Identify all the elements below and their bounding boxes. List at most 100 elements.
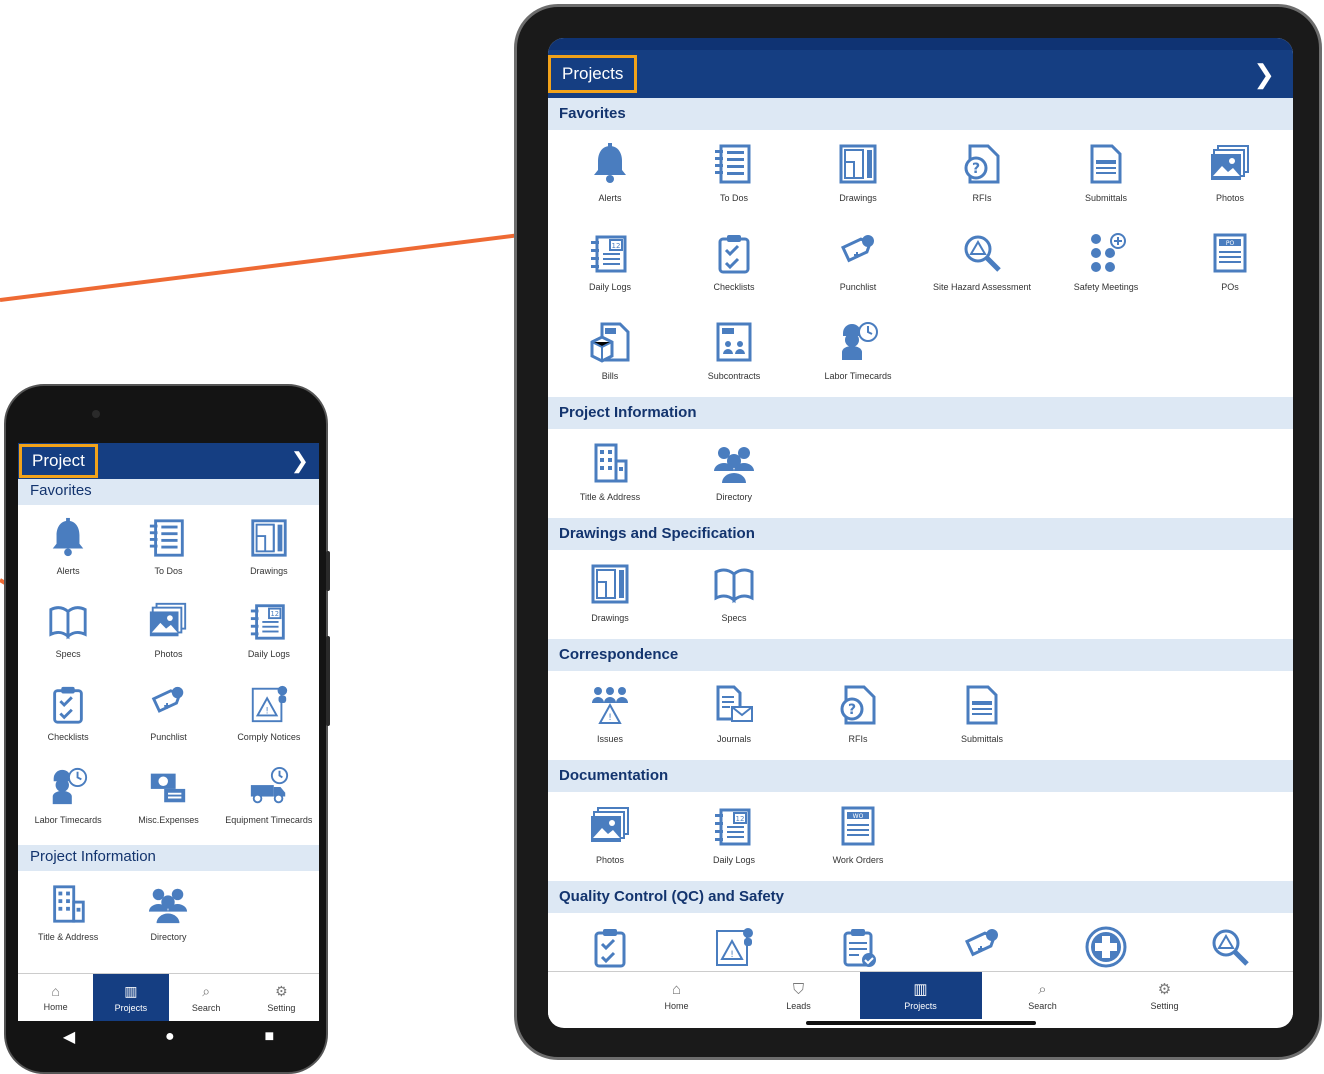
building-icon: [47, 883, 89, 925]
nav-home[interactable]: ⌂ Home: [18, 974, 93, 1021]
tile-rfis[interactable]: ? RFIs: [796, 671, 920, 760]
tile-to-dos[interactable]: To Dos: [118, 509, 218, 592]
nav-projects[interactable]: ▥ Projects: [859, 972, 982, 1019]
tile-safety-meetings[interactable]: Safety Meetings: [1044, 219, 1168, 308]
nav-search[interactable]: ⌕ Search: [982, 972, 1104, 1019]
tile-alerts[interactable]: Alerts: [548, 130, 672, 219]
tile-label: Journals: [716, 734, 752, 744]
home-circle-icon[interactable]: ●: [165, 1028, 175, 1046]
nav-setting[interactable]: ⚙ Setting: [1104, 972, 1226, 1019]
tile-photos[interactable]: Photos: [118, 592, 218, 675]
chevron-right-icon[interactable]: ❯: [1253, 59, 1275, 90]
tile-daily-logs[interactable]: 12 Daily Logs: [672, 792, 796, 881]
tile-submittals[interactable]: Submittals: [1044, 130, 1168, 219]
section-header-drawings-and-specification: Drawings and Specification: [548, 518, 1293, 550]
tile-label: Submittals: [1084, 193, 1128, 203]
tile-punchlist[interactable]: Punchlist: [118, 675, 218, 758]
tile-equipment-timecards[interactable]: Equipment Timecards: [219, 758, 319, 841]
back-icon[interactable]: ◀: [63, 1027, 75, 1047]
tile-to-dos[interactable]: To Dos: [672, 130, 796, 219]
svg-text:!: !: [730, 950, 734, 960]
nav-setting[interactable]: ⚙ Setting: [244, 974, 319, 1021]
magnifier-warning-icon: [960, 231, 1004, 275]
drawing-icon: [248, 517, 290, 559]
tile-photos[interactable]: Photos: [1168, 130, 1292, 219]
tile-specs[interactable]: Specs: [18, 592, 118, 675]
phone-screen: Project ❯ Favorites Alerts To Dos Drawings S…: [18, 443, 319, 1021]
tile-drawings[interactable]: Drawings: [796, 130, 920, 219]
tile-pos[interactable]: PO POs: [1168, 219, 1292, 308]
tile-drawings[interactable]: Drawings: [219, 509, 319, 592]
svg-text:12: 12: [270, 610, 279, 618]
tile-site-hazard-assessment[interactable]: Site Hazard Assessment: [920, 219, 1044, 308]
calendar-doc-icon: 12: [588, 231, 632, 275]
search-icon: ⌕: [1038, 980, 1047, 998]
tile-checklists[interactable]: Checklists: [18, 675, 118, 758]
recents-icon[interactable]: ■: [264, 1028, 274, 1046]
tile-specs[interactable]: Specs: [672, 550, 796, 639]
bell-icon: [588, 142, 632, 186]
meeting-icon: [1084, 231, 1128, 275]
nav-search[interactable]: ⌕ Search: [169, 974, 244, 1021]
tile-drawings[interactable]: Drawings: [548, 550, 672, 639]
tile-label: Punchlist: [839, 282, 877, 292]
tile-submittals[interactable]: Submittals: [920, 671, 1044, 760]
warning-doc-icon: !: [712, 925, 756, 969]
projects-icon: ▥: [124, 982, 138, 999]
tile-label: Daily Logs: [588, 282, 632, 292]
tile-title-address[interactable]: Title & Address: [18, 875, 118, 958]
tile-daily-logs[interactable]: 12 Daily Logs: [219, 592, 319, 675]
nav-projects[interactable]: ▥ Projects: [93, 974, 169, 1021]
nav-leads[interactable]: ⛉ Leads: [738, 972, 860, 1019]
tile-punchlist[interactable]: Punchlist: [796, 219, 920, 308]
tile-rfis[interactable]: ? RFIs: [920, 130, 1044, 219]
tile-labor-timecards[interactable]: Labor Timecards: [796, 308, 920, 397]
tile-label: Labor Timecards: [824, 371, 892, 381]
wo-doc-icon: WO: [836, 804, 880, 848]
tile-labor-timecards[interactable]: Labor Timecards: [18, 758, 118, 841]
issues-icon: !: [588, 683, 632, 727]
calendar-doc-icon: 12: [248, 600, 290, 642]
funnel-icon: ⛉: [792, 980, 805, 998]
status-bar: [548, 38, 1293, 50]
tile-alerts[interactable]: Alerts: [18, 509, 118, 592]
tile-work-orders[interactable]: WO Work Orders: [796, 792, 920, 881]
tile-comply-notices[interactable]: ! Comply Notices: [219, 675, 319, 758]
nav-label: Search: [191, 1002, 221, 1013]
question-doc-icon: ?: [960, 142, 1004, 186]
home-icon: ⌂: [671, 980, 682, 998]
tile-issues[interactable]: ! Issues: [548, 671, 672, 760]
tile-label: RFIs: [972, 193, 992, 203]
svg-text:?: ?: [972, 161, 980, 177]
tablet-sections: Favorites Alerts To Dos Drawings? RFIs Submit…: [548, 98, 1293, 1002]
tile-directory[interactable]: Directory: [118, 875, 218, 958]
warning-doc-icon: !: [248, 683, 290, 725]
tile-label: Drawings: [591, 613, 629, 623]
tile-label: Daily Logs: [712, 855, 756, 865]
nav-label: Home: [664, 1000, 689, 1011]
phone-header: Project ❯: [18, 443, 319, 479]
nav-home[interactable]: ⌂ Home: [616, 972, 738, 1019]
tile-daily-logs[interactable]: 12 Daily Logs: [548, 219, 672, 308]
tile-label: RFIs: [848, 734, 868, 744]
tile-photos[interactable]: Photos: [548, 792, 672, 881]
tile-label: Misc.Expenses: [138, 815, 199, 825]
tile-bills[interactable]: Bills: [548, 308, 672, 397]
projects-icon: ▥: [913, 981, 928, 998]
tile-journals[interactable]: Journals: [672, 671, 796, 760]
tile-label: Work Orders: [832, 855, 884, 865]
nav-label: Projects: [114, 1002, 148, 1013]
tile-directory[interactable]: Directory: [672, 429, 796, 518]
tile-checklists[interactable]: Checklists: [672, 219, 796, 308]
tag-icon: [836, 231, 880, 275]
tag-icon: [147, 683, 189, 725]
tile-subcontracts[interactable]: Subcontracts: [672, 308, 796, 397]
chevron-right-icon[interactable]: ❯: [291, 448, 309, 474]
phone-bottom-nav: ⌂ Home ▥ Projects ⌕ Search ⚙ Setting: [18, 973, 319, 1021]
section-grid: Alerts To Dos Drawings Specs Photos 12 Daily L…: [18, 505, 319, 845]
tile-title-address[interactable]: Title & Address: [548, 429, 672, 518]
tile-misc-expenses[interactable]: Misc.Expenses: [118, 758, 218, 841]
tag-icon: [960, 925, 1004, 969]
medical-cross-icon: [1084, 925, 1128, 969]
tile-label: Photos: [154, 649, 183, 659]
